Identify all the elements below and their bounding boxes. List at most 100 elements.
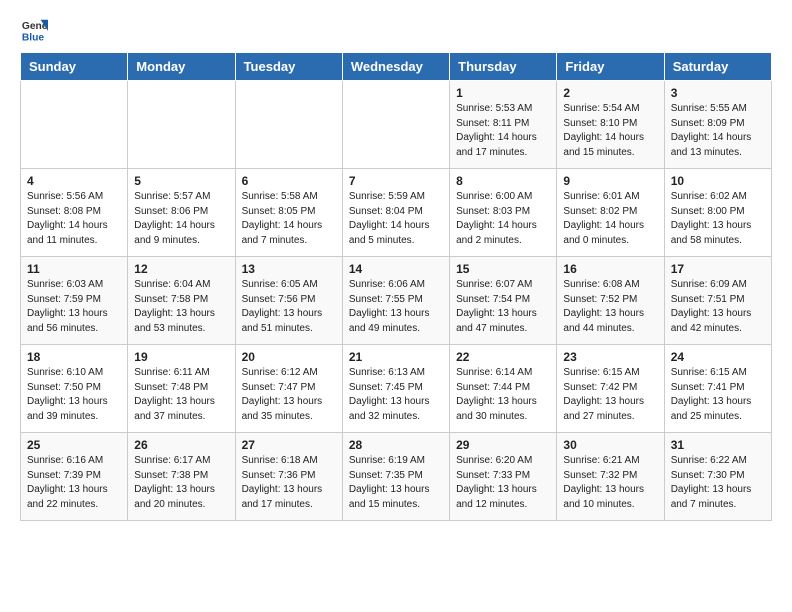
calendar-cell: 8Sunrise: 6:00 AM Sunset: 8:03 PM Daylig… <box>450 169 557 257</box>
day-info: Sunrise: 6:03 AM Sunset: 7:59 PM Dayligh… <box>27 278 121 336</box>
calendar-cell: 6 Sunrise: 5:58 AM Sunset: 8:05 PM Daylig… <box>235 169 342 257</box>
calendar-cell: 7 Sunrise: 5:59 AM Sunset: 8:04 PM Daylig… <box>342 169 449 257</box>
calendar-cell: 23 Sunrise: 6:15 AM Sunset: 7:42 PM Dayli… <box>557 345 664 433</box>
day-number: 22 <box>456 350 550 364</box>
day-header-sunday: Sunday <box>21 53 128 81</box>
day-header-thursday: Thursday <box>450 53 557 81</box>
day-number: 1 <box>456 86 550 100</box>
calendar-week-4: 18 Sunrise: 6:10 AM Sunset: 7:50 PM Dayli… <box>21 345 772 433</box>
day-number: 2 <box>563 86 657 100</box>
day-header-tuesday: Tuesday <box>235 53 342 81</box>
calendar-cell: 21 Sunrise: 6:13 AM Sunset: 7:45 PM Dayli… <box>342 345 449 433</box>
day-info: Sunrise: 6:07 AM Sunset: 7:54 PM Dayligh… <box>456 278 550 336</box>
day-info: Sunrise: 6:10 AM Sunset: 7:50 PM Dayligh… <box>27 366 121 424</box>
calendar-cell: 3 Sunrise: 5:55 AM Sunset: 8:09 PM Daylig… <box>664 81 771 169</box>
calendar-cell <box>21 81 128 169</box>
day-number: 11 <box>27 262 121 276</box>
day-number: 5 <box>134 174 228 188</box>
calendar-cell: 13 Sunrise: 6:05 AM Sunset: 7:56 PM Dayli… <box>235 257 342 345</box>
day-info: Sunrise: 6:02 AM Sunset: 8:00 PM Dayligh… <box>671 190 765 248</box>
day-number: 31 <box>671 438 765 452</box>
calendar-cell: 9 Sunrise: 6:01 AM Sunset: 8:02 PM Daylig… <box>557 169 664 257</box>
day-number: 20 <box>242 350 336 364</box>
day-number: 26 <box>134 438 228 452</box>
calendar-cell: 18 Sunrise: 6:10 AM Sunset: 7:50 PM Dayli… <box>21 345 128 433</box>
day-info: Sunrise: 6:11 AM Sunset: 7:48 PM Dayligh… <box>134 366 228 424</box>
day-info: Sunrise: 5:59 AM Sunset: 8:04 PM Dayligh… <box>349 190 443 248</box>
calendar-cell: 2 Sunrise: 5:54 AM Sunset: 8:10 PM Daylig… <box>557 81 664 169</box>
day-number: 10 <box>671 174 765 188</box>
day-number: 14 <box>349 262 443 276</box>
calendar-cell: 5 Sunrise: 5:57 AM Sunset: 8:06 PM Daylig… <box>128 169 235 257</box>
calendar-cell: 12Sunrise: 6:04 AM Sunset: 7:58 PM Dayli… <box>128 257 235 345</box>
day-info: Sunrise: 5:54 AM Sunset: 8:10 PM Dayligh… <box>563 102 657 160</box>
day-info: Sunrise: 5:58 AM Sunset: 8:05 PM Dayligh… <box>242 190 336 248</box>
calendar-week-2: 4Sunrise: 5:56 AM Sunset: 8:08 PM Daylig… <box>21 169 772 257</box>
day-number: 16 <box>563 262 657 276</box>
day-header-friday: Friday <box>557 53 664 81</box>
day-header-monday: Monday <box>128 53 235 81</box>
day-info: Sunrise: 6:12 AM Sunset: 7:47 PM Dayligh… <box>242 366 336 424</box>
day-number: 19 <box>134 350 228 364</box>
day-number: 25 <box>27 438 121 452</box>
day-number: 3 <box>671 86 765 100</box>
day-info: Sunrise: 6:22 AM Sunset: 7:30 PM Dayligh… <box>671 454 765 512</box>
day-number: 28 <box>349 438 443 452</box>
day-info: Sunrise: 5:57 AM Sunset: 8:06 PM Dayligh… <box>134 190 228 248</box>
day-number: 13 <box>242 262 336 276</box>
calendar-cell: 24Sunrise: 6:15 AM Sunset: 7:41 PM Dayli… <box>664 345 771 433</box>
day-number: 23 <box>563 350 657 364</box>
day-info: Sunrise: 5:53 AM Sunset: 8:11 PM Dayligh… <box>456 102 550 160</box>
day-info: Sunrise: 6:01 AM Sunset: 8:02 PM Dayligh… <box>563 190 657 248</box>
day-info: Sunrise: 6:08 AM Sunset: 7:52 PM Dayligh… <box>563 278 657 336</box>
logo-icon: General Blue <box>20 16 48 44</box>
day-header-saturday: Saturday <box>664 53 771 81</box>
day-number: 27 <box>242 438 336 452</box>
day-number: 21 <box>349 350 443 364</box>
day-info: Sunrise: 6:06 AM Sunset: 7:55 PM Dayligh… <box>349 278 443 336</box>
header: General Blue <box>20 16 772 44</box>
day-number: 9 <box>563 174 657 188</box>
logo: General Blue <box>20 16 48 44</box>
calendar-header: SundayMondayTuesdayWednesdayThursdayFrid… <box>21 53 772 81</box>
calendar-cell: 30Sunrise: 6:21 AM Sunset: 7:32 PM Dayli… <box>557 433 664 521</box>
day-info: Sunrise: 6:09 AM Sunset: 7:51 PM Dayligh… <box>671 278 765 336</box>
calendar-cell: 1 Sunrise: 5:53 AM Sunset: 8:11 PM Daylig… <box>450 81 557 169</box>
calendar-cell: 31 Sunrise: 6:22 AM Sunset: 7:30 PM Dayli… <box>664 433 771 521</box>
day-info: Sunrise: 6:19 AM Sunset: 7:35 PM Dayligh… <box>349 454 443 512</box>
calendar-cell: 20 Sunrise: 6:12 AM Sunset: 7:47 PM Dayli… <box>235 345 342 433</box>
calendar-cell: 19 Sunrise: 6:11 AM Sunset: 7:48 PM Dayli… <box>128 345 235 433</box>
day-info: Sunrise: 6:20 AM Sunset: 7:33 PM Dayligh… <box>456 454 550 512</box>
day-info: Sunrise: 6:14 AM Sunset: 7:44 PM Dayligh… <box>456 366 550 424</box>
calendar-cell: 29 Sunrise: 6:20 AM Sunset: 7:33 PM Dayli… <box>450 433 557 521</box>
calendar-cell <box>128 81 235 169</box>
day-number: 18 <box>27 350 121 364</box>
calendar-cell: 10 Sunrise: 6:02 AM Sunset: 8:00 PM Dayli… <box>664 169 771 257</box>
calendar-cell <box>342 81 449 169</box>
day-info: Sunrise: 5:55 AM Sunset: 8:09 PM Dayligh… <box>671 102 765 160</box>
day-number: 29 <box>456 438 550 452</box>
calendar-cell: 28 Sunrise: 6:19 AM Sunset: 7:35 PM Dayli… <box>342 433 449 521</box>
calendar-cell: 15 Sunrise: 6:07 AM Sunset: 7:54 PM Dayli… <box>450 257 557 345</box>
day-number: 6 <box>242 174 336 188</box>
day-info: Sunrise: 6:00 AM Sunset: 8:03 PM Dayligh… <box>456 190 550 248</box>
day-info: Sunrise: 6:17 AM Sunset: 7:38 PM Dayligh… <box>134 454 228 512</box>
day-header-wednesday: Wednesday <box>342 53 449 81</box>
day-info: Sunrise: 6:05 AM Sunset: 7:56 PM Dayligh… <box>242 278 336 336</box>
calendar-cell: 27 Sunrise: 6:18 AM Sunset: 7:36 PM Dayli… <box>235 433 342 521</box>
day-number: 7 <box>349 174 443 188</box>
calendar-cell: 22 Sunrise: 6:14 AM Sunset: 7:44 PM Dayli… <box>450 345 557 433</box>
calendar-body: 1 Sunrise: 5:53 AM Sunset: 8:11 PM Daylig… <box>21 81 772 521</box>
calendar-cell: 26 Sunrise: 6:17 AM Sunset: 7:38 PM Dayli… <box>128 433 235 521</box>
svg-text:Blue: Blue <box>22 32 45 43</box>
calendar-cell: 17Sunrise: 6:09 AM Sunset: 7:51 PM Dayli… <box>664 257 771 345</box>
calendar-cell: 25Sunrise: 6:16 AM Sunset: 7:39 PM Dayli… <box>21 433 128 521</box>
day-number: 4 <box>27 174 121 188</box>
day-number: 15 <box>456 262 550 276</box>
day-info: Sunrise: 6:04 AM Sunset: 7:58 PM Dayligh… <box>134 278 228 336</box>
day-info: Sunrise: 6:15 AM Sunset: 7:42 PM Dayligh… <box>563 366 657 424</box>
day-info: Sunrise: 6:13 AM Sunset: 7:45 PM Dayligh… <box>349 366 443 424</box>
calendar-cell: 14 Sunrise: 6:06 AM Sunset: 7:55 PM Dayli… <box>342 257 449 345</box>
day-info: Sunrise: 6:18 AM Sunset: 7:36 PM Dayligh… <box>242 454 336 512</box>
day-number: 30 <box>563 438 657 452</box>
